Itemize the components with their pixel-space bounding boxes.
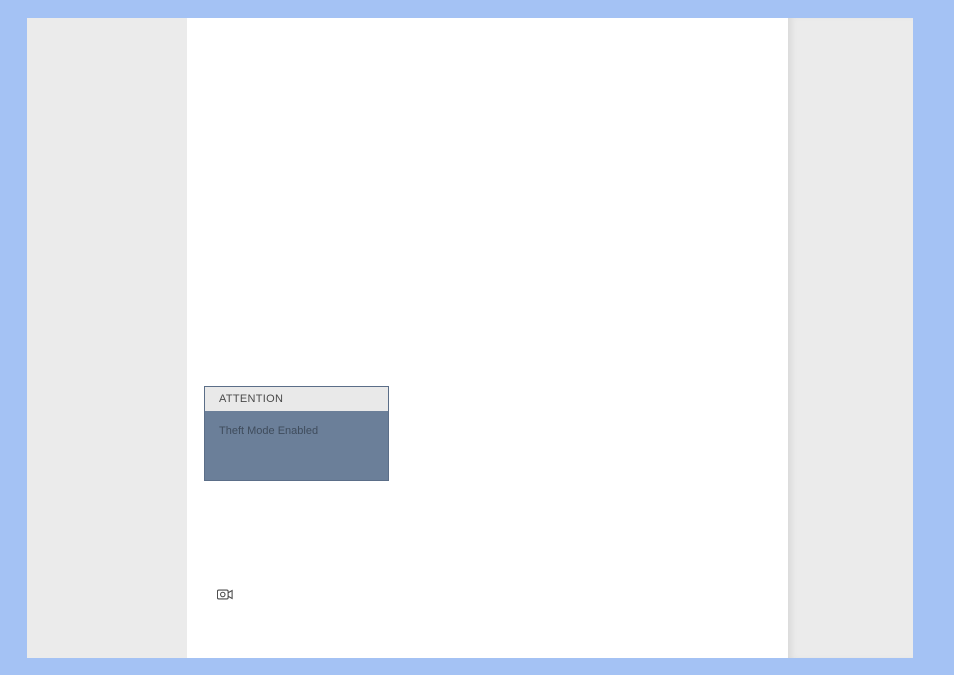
main-content: ATTENTION Theft Mode Enabled [187, 18, 788, 658]
attention-notification-box: ATTENTION Theft Mode Enabled [204, 386, 389, 481]
attention-message: Theft Mode Enabled [205, 411, 388, 451]
attention-header: ATTENTION [205, 387, 388, 411]
camera-icon [217, 588, 233, 606]
left-sidebar [27, 18, 187, 658]
page-wrapper: ATTENTION Theft Mode Enabled [0, 0, 954, 675]
right-sidebar [788, 18, 913, 658]
